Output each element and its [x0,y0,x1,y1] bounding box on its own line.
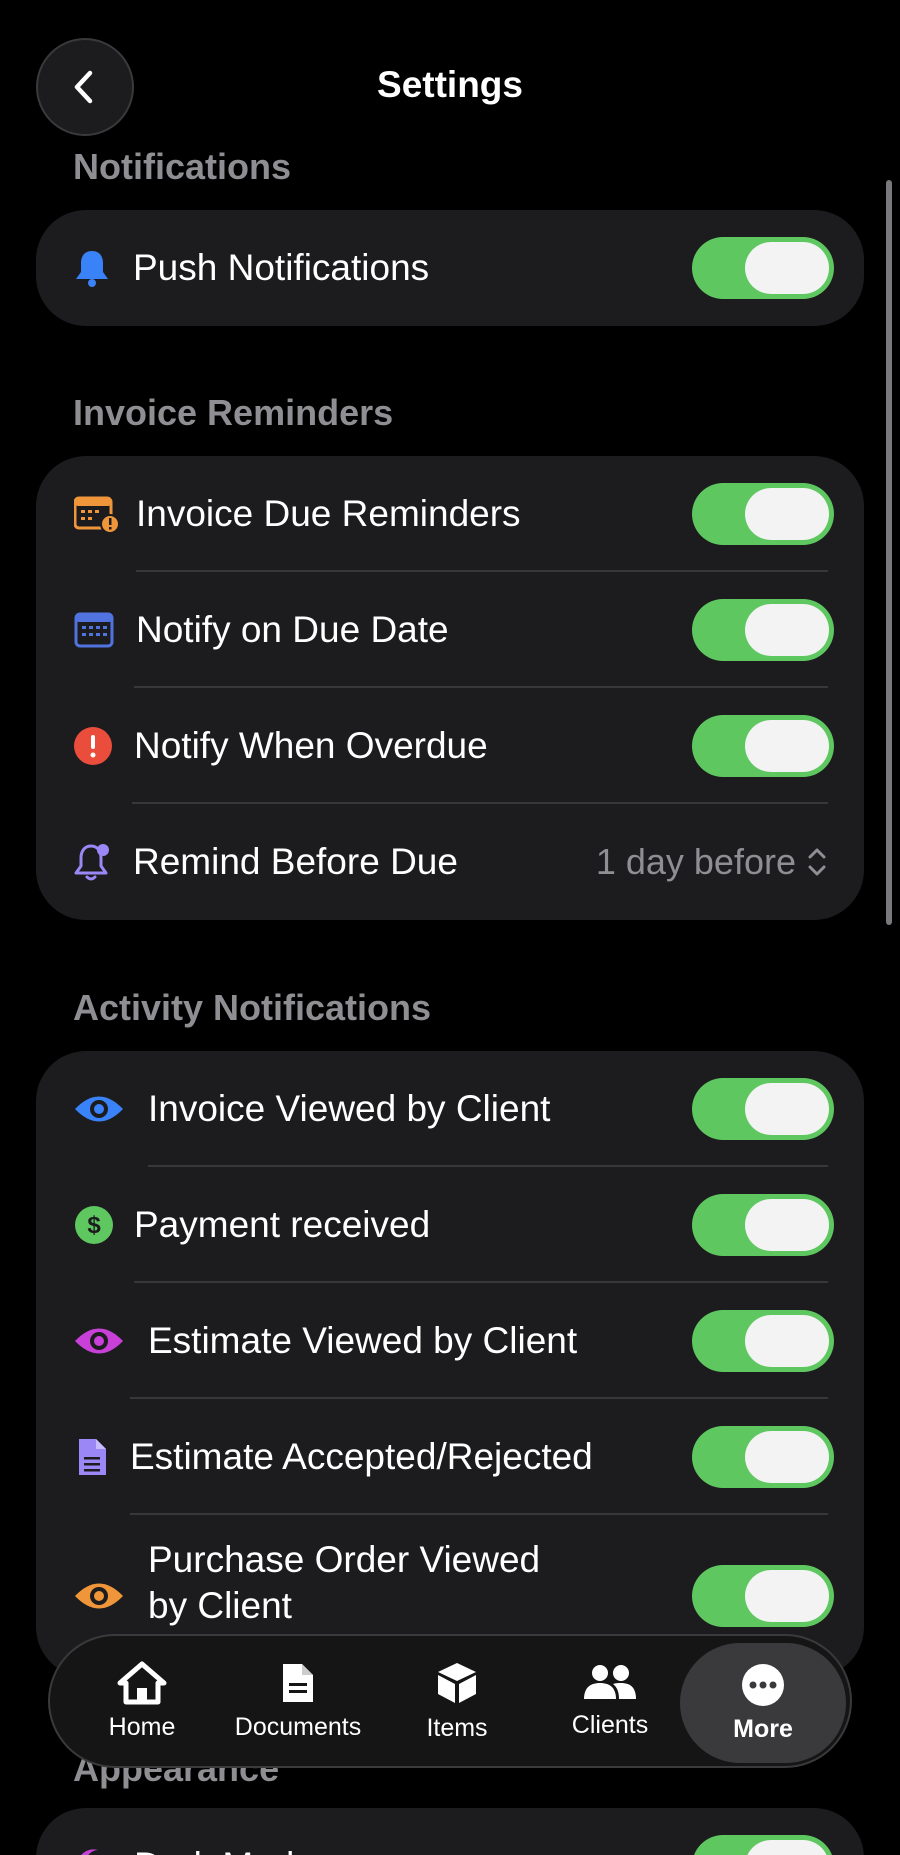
section-header-invoice-reminders: Invoice Reminders [73,392,394,433]
page-title: Settings [377,64,523,105]
moon-icon [74,1848,110,1855]
notify-on-due-date-row: Notify on Due Date [36,572,864,688]
eye-icon [73,1579,125,1613]
document-icon [283,1663,313,1702]
invoice-viewed-toggle[interactable] [692,1078,834,1140]
estimate-accepted-rejected-toggle[interactable] [692,1426,834,1488]
estimate-viewed-label: Estimate Viewed by Client [148,1320,578,1361]
tab-items[interactable]: Items [402,1636,512,1766]
notify-on-due-date-toggle[interactable] [692,599,834,661]
purchase-order-viewed-toggle[interactable] [692,1565,834,1627]
calendar-alert-icon [74,494,120,534]
svg-text:$: $ [87,1212,101,1239]
payment-received-label: Payment received [134,1204,431,1245]
house-icon [117,1661,167,1704]
eye-icon [73,1092,125,1126]
payment-received-toggle[interactable] [692,1194,834,1256]
eye-icon [73,1324,125,1358]
people-icon [584,1664,636,1699]
dark-mode-label: Dark Mode [134,1845,315,1855]
notify-when-overdue-toggle[interactable] [692,715,834,777]
bell-badge-icon [72,841,114,883]
appearance-group: Dark Mode [36,1808,864,1855]
invoice-due-reminders-toggle[interactable] [692,483,834,545]
tab-bar: Home Documents Items Clients More [48,1634,852,1768]
estimate-viewed-row: Estimate Viewed by Client [36,1283,864,1399]
activity-notifications-group: Invoice Viewed by Client $ Payment recei… [36,1051,864,1677]
section-header-notifications: Notifications [73,146,292,187]
tab-more[interactable]: More [680,1643,846,1763]
notify-on-due-date-label: Notify on Due Date [136,609,449,650]
notify-when-overdue-row: Notify When Overdue [36,688,864,804]
dark-mode-row: Dark Mode [36,1808,864,1855]
invoice-viewed-row: Invoice Viewed by Client [36,1051,864,1167]
purchase-order-viewed-label: Purchase Order Viewed by Client [148,1539,541,1626]
invoice-viewed-label: Invoice Viewed by Client [148,1088,551,1129]
notify-when-overdue-label: Notify When Overdue [134,725,488,766]
estimate-accepted-rejected-label: Estimate Accepted/Rejected [130,1436,593,1477]
exclamation-circle-icon [73,726,113,766]
push-notifications-label: Push Notifications [133,247,430,288]
invoice-due-reminders-row: Invoice Due Reminders [36,456,864,572]
dollar-circle-icon: $ [74,1205,114,1245]
chevron-up-down-icon [808,848,826,876]
remind-before-due-row[interactable]: Remind Before Due 1 day before [36,804,864,920]
top-bar: Settings [0,0,900,150]
tab-clients[interactable]: Clients [550,1636,670,1766]
invoice-reminders-group: Invoice Due Reminders Notify on Due Date… [36,456,864,920]
push-notifications-row: Push Notifications [36,210,864,326]
scrollbar[interactable] [886,180,892,925]
dark-mode-toggle[interactable] [692,1835,834,1855]
payment-received-row: $ Payment received [36,1167,864,1283]
push-notifications-toggle[interactable] [692,237,834,299]
section-header-activity-notifications: Activity Notifications [73,987,432,1028]
remind-before-due-picker[interactable]: 1 day before [596,841,828,883]
tab-documents[interactable]: Documents [228,1636,368,1766]
document-icon [76,1437,108,1477]
calendar-icon [74,611,114,649]
estimate-viewed-toggle[interactable] [692,1310,834,1372]
notifications-group: Push Notifications [36,210,864,326]
bell-icon [72,248,112,288]
estimate-accepted-rejected-row: Estimate Accepted/Rejected [36,1399,864,1515]
remind-before-due-label: Remind Before Due [133,841,458,882]
box-icon [438,1662,476,1703]
invoice-due-reminders-label: Invoice Due Reminders [136,493,521,534]
tab-home[interactable]: Home [82,1636,202,1766]
remind-before-due-value: 1 day before [595,841,796,882]
ellipsis-circle-icon [742,1663,784,1706]
